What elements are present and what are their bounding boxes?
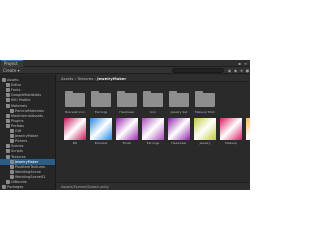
create-button[interactable]: Create ▾ [3, 67, 20, 74]
folder-icon [65, 93, 85, 107]
asset-label: Bracelet [94, 141, 108, 145]
asset-item[interactable]: Makeup [219, 118, 243, 148]
asset-grid: Bracelet Icon Earrings Headwear Icon Jewelry… [57, 83, 250, 181]
texture-thumbnail [246, 118, 250, 140]
texture-thumbnail [142, 118, 164, 140]
menu-icon[interactable]: ≡ [243, 61, 248, 66]
filter-icon[interactable]: ◉ [227, 68, 232, 73]
folder-icon [2, 185, 6, 190]
label-icon[interactable]: ◆ [233, 68, 238, 73]
project-panel: Project ▪ ≡ Create ▾ ◉ ◆ ★ ● Assets Edito… [0, 60, 250, 190]
tab-project[interactable]: Project [1, 60, 23, 67]
asset-item[interactable]: Earrings [141, 118, 165, 148]
asset-label: Headwear [171, 141, 187, 145]
asset-item[interactable]: Jewelry [193, 118, 217, 148]
breadcrumb-current[interactable]: JewelryMaker [97, 76, 126, 81]
folder-icon [143, 93, 163, 107]
breadcrumb: Assets › Textures › JewelryMaker [57, 75, 250, 82]
asset-label: Bracelet Icon [65, 110, 85, 114]
folder-item[interactable]: Icon [141, 87, 165, 117]
folder-icon [195, 93, 215, 107]
asset-label: Makeup [225, 141, 237, 145]
asset-item[interactable]: Bracelet [89, 118, 113, 148]
tree-item[interactable]: Packages [0, 184, 55, 190]
texture-thumbnail [168, 118, 190, 140]
toolbar: Create ▾ ◉ ◆ ★ ● [0, 67, 250, 74]
asset-label: Earrings [94, 110, 108, 114]
asset-label: Makeup Stick [195, 110, 215, 114]
asset-item[interactable]: Brush [115, 118, 139, 148]
asset-item[interactable]: BG [63, 118, 87, 148]
texture-thumbnail [194, 118, 216, 140]
texture-thumbnail [90, 118, 112, 140]
texture-thumbnail [64, 118, 86, 140]
folder-icon [91, 93, 111, 107]
asset-label: BG [72, 141, 78, 145]
folder-item[interactable]: Earrings [89, 87, 113, 117]
asset-label: Headwear [119, 110, 135, 114]
asset-label: Stick [245, 141, 250, 145]
folder-item[interactable]: Bracelet Icon [63, 87, 87, 117]
asset-label: Earrings [146, 141, 160, 145]
asset-item[interactable]: Headwear [167, 118, 191, 148]
texture-thumbnail [116, 118, 138, 140]
folder-icon [169, 93, 189, 107]
panel-titlebar: Project ▪ ≡ [0, 60, 250, 67]
search-input[interactable] [172, 68, 224, 73]
folder-item[interactable]: Headwear [115, 87, 139, 117]
breadcrumb-item[interactable]: Textures [77, 76, 93, 81]
texture-thumbnail [220, 118, 242, 140]
asset-item[interactable]: Stick [245, 118, 250, 148]
folder-item[interactable]: Makeup Stick [193, 87, 217, 117]
asset-label: Jewelry Set [170, 110, 188, 114]
tree-item-label: Packages [7, 185, 24, 190]
breadcrumb-item[interactable]: Assets [61, 76, 73, 81]
asset-label: Jewelry [199, 141, 211, 145]
asset-label: Brush [122, 141, 132, 145]
selected-path: Assets/Scenes/Splash.unity [61, 185, 109, 189]
lock-icon[interactable]: ▪ [237, 61, 242, 66]
eye-icon[interactable]: ● [245, 68, 250, 73]
folder-tree: Assets Editor Fonts GoogleMobileAds IMO Mobi… [0, 75, 56, 190]
folder-item[interactable]: Jewelry Set [167, 87, 191, 117]
asset-label: Icon [149, 110, 157, 114]
status-bar: Assets/Scenes/Splash.unity [57, 182, 250, 190]
folder-icon [117, 93, 137, 107]
star-icon[interactable]: ★ [239, 68, 244, 73]
